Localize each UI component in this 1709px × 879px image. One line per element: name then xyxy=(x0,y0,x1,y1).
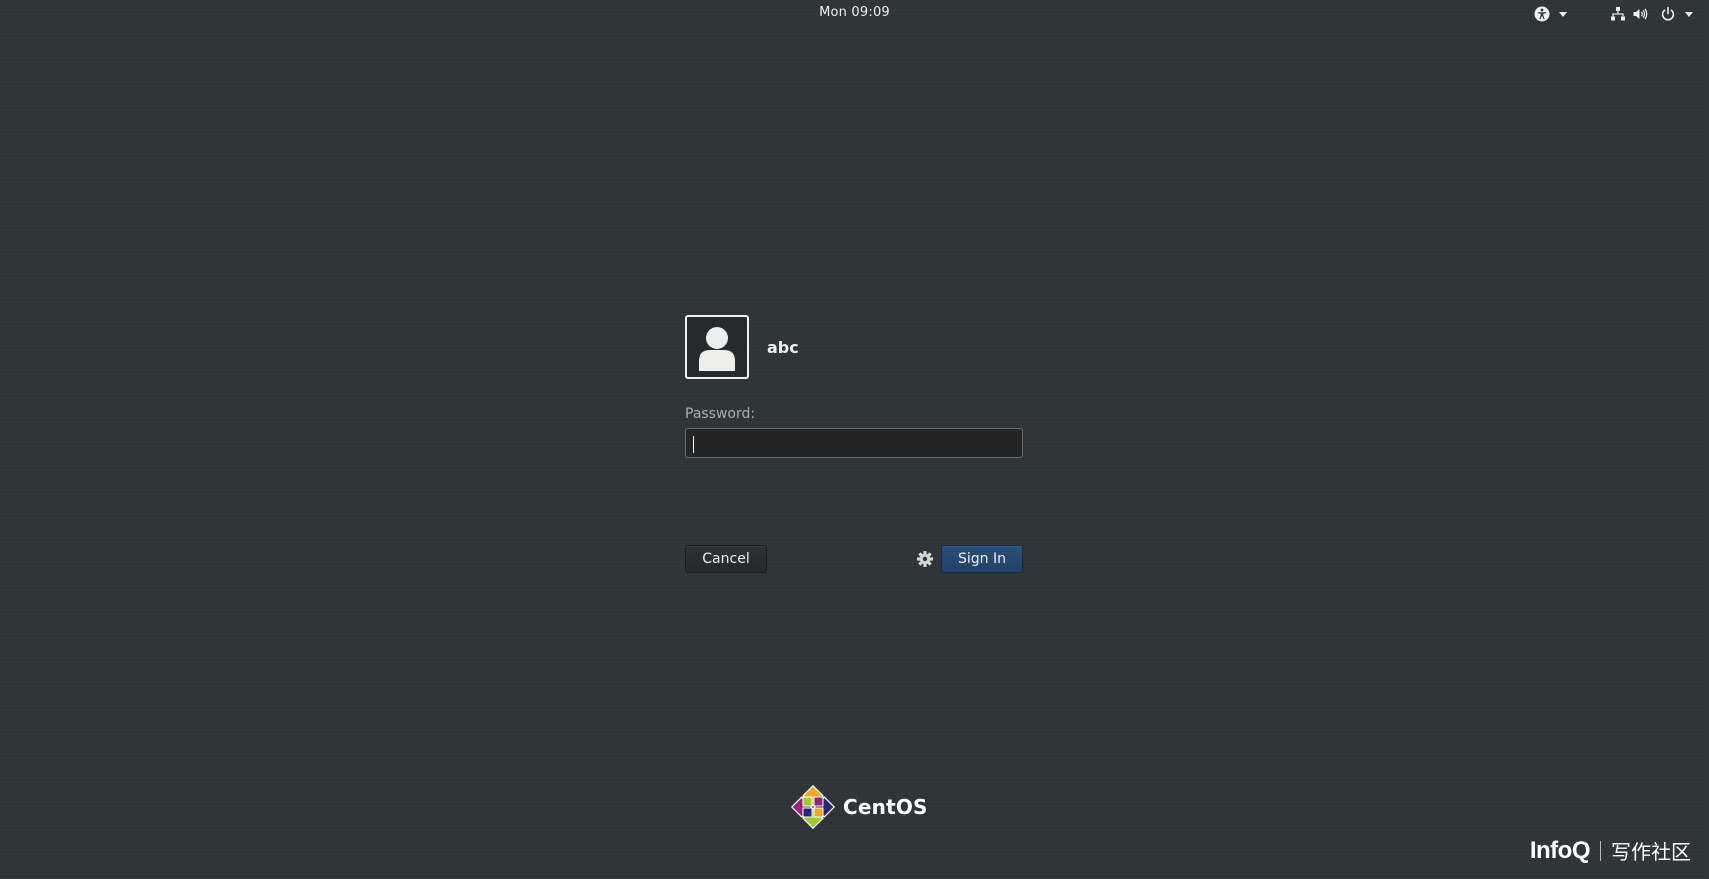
gear-icon[interactable] xyxy=(916,550,934,568)
cancel-button[interactable]: Cancel xyxy=(685,545,767,573)
user-icon xyxy=(699,327,735,371)
top-bar: Mon 09:09 xyxy=(0,0,1709,27)
system-menu[interactable] xyxy=(1603,5,1699,23)
accessibility-icon xyxy=(1533,5,1551,23)
network-icon xyxy=(1609,5,1627,23)
button-row: Cancel Sign In xyxy=(685,545,1023,573)
user-row: abc xyxy=(685,314,1023,380)
chevron-down-icon xyxy=(1559,11,1567,17)
volume-icon xyxy=(1631,5,1649,23)
sign-in-button[interactable]: Sign In xyxy=(941,545,1023,573)
clock[interactable]: Mon 09:09 xyxy=(0,5,1709,20)
system-tray xyxy=(1527,4,1699,24)
accessibility-menu[interactable] xyxy=(1527,5,1573,23)
centos-logo-icon xyxy=(791,785,835,829)
password-label: Password: xyxy=(685,406,756,422)
watermark: InfoQ 写作社区 xyxy=(1530,836,1691,865)
chevron-down-icon xyxy=(1685,11,1693,17)
distro-name: CentOS xyxy=(843,795,928,819)
password-input[interactable] xyxy=(685,428,1023,458)
watermark-logo: InfoQ xyxy=(1529,836,1591,864)
power-icon xyxy=(1659,5,1677,23)
login-dialog: abc Password: Cancel Sign In xyxy=(685,314,1023,573)
avatar xyxy=(685,315,749,379)
text-cursor xyxy=(693,436,694,453)
watermark-divider xyxy=(1600,840,1601,861)
password-field-wrapper xyxy=(685,422,1023,458)
watermark-text: 写作社区 xyxy=(1611,840,1691,864)
username: abc xyxy=(767,337,799,357)
distro-branding: CentOS xyxy=(791,785,928,829)
